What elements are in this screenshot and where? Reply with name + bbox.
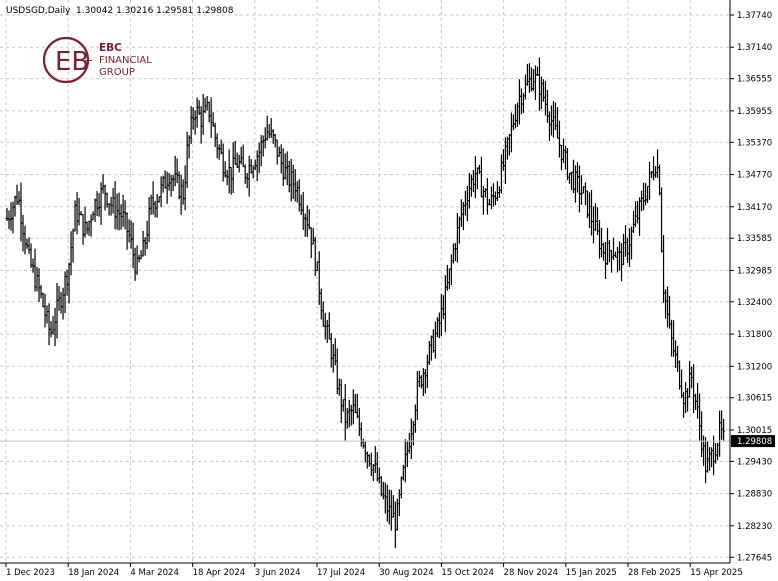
y-tick-label: 1.27645 <box>737 553 772 563</box>
y-tick-label: 1.32985 <box>737 266 772 276</box>
y-tick-label: 1.32400 <box>737 298 772 308</box>
x-tick-label: 3 Jun 2024 <box>255 568 301 578</box>
y-tick-label: 1.37140 <box>737 43 772 53</box>
y-tick-label: 1.34770 <box>737 171 772 181</box>
x-tick-label: 15 Apr 2025 <box>690 568 743 578</box>
y-tick-label: 1.31800 <box>737 330 772 340</box>
chart-header-symbol: USDSGD,Daily <box>6 6 71 16</box>
ebc-logo-line2: FINANCIAL <box>99 55 152 66</box>
x-tick-label: 1 Dec 2023 <box>6 568 55 578</box>
y-tick-label: 1.29430 <box>737 457 772 467</box>
y-tick-label: 1.28830 <box>737 490 772 500</box>
y-tick-label: 1.34170 <box>737 203 772 213</box>
y-tick-label: 1.35370 <box>737 138 772 148</box>
x-tick-label: 18 Jan 2024 <box>68 568 119 578</box>
y-tick-label: 1.31200 <box>737 362 772 372</box>
ebc-logo-line3: GROUP <box>99 67 135 78</box>
x-tick-label: 17 Jul 2024 <box>317 568 365 578</box>
ebc-logo-line1: EBC <box>99 42 122 54</box>
x-tick-label: 30 Aug 2024 <box>379 568 433 578</box>
ebc-logo-plus-icon: + <box>84 54 93 67</box>
x-tick-label: 15 Jan 2025 <box>566 568 617 578</box>
chart-header-ohlc: 1.30042 1.30216 1.29581 1.29808 <box>76 6 234 16</box>
y-tick-label: 1.35955 <box>737 107 772 117</box>
current-price-label-text: 1.29808 <box>737 437 772 447</box>
y-tick-label: 1.30015 <box>737 426 772 436</box>
x-tick-label: 28 Nov 2024 <box>504 568 558 578</box>
y-tick-label: 1.30615 <box>737 394 772 404</box>
current-price-label: 1.29808 <box>731 435 775 448</box>
price-chart[interactable]: 1.37740 1.37140 1.36555 1.35955 1.35370 1.347… <box>0 0 778 581</box>
y-tick-label: 1.37740 <box>737 11 772 21</box>
x-tick-label: 28 Feb 2025 <box>628 568 681 578</box>
y-tick-label: 1.36555 <box>737 75 772 85</box>
x-tick-label: 4 Mar 2024 <box>130 568 178 578</box>
x-tick-label: 18 Apr 2024 <box>193 568 246 578</box>
x-tick-label: 15 Oct 2024 <box>441 568 494 578</box>
y-tick-label: 1.33585 <box>737 234 772 244</box>
y-tick-label: 1.28230 <box>737 522 772 532</box>
